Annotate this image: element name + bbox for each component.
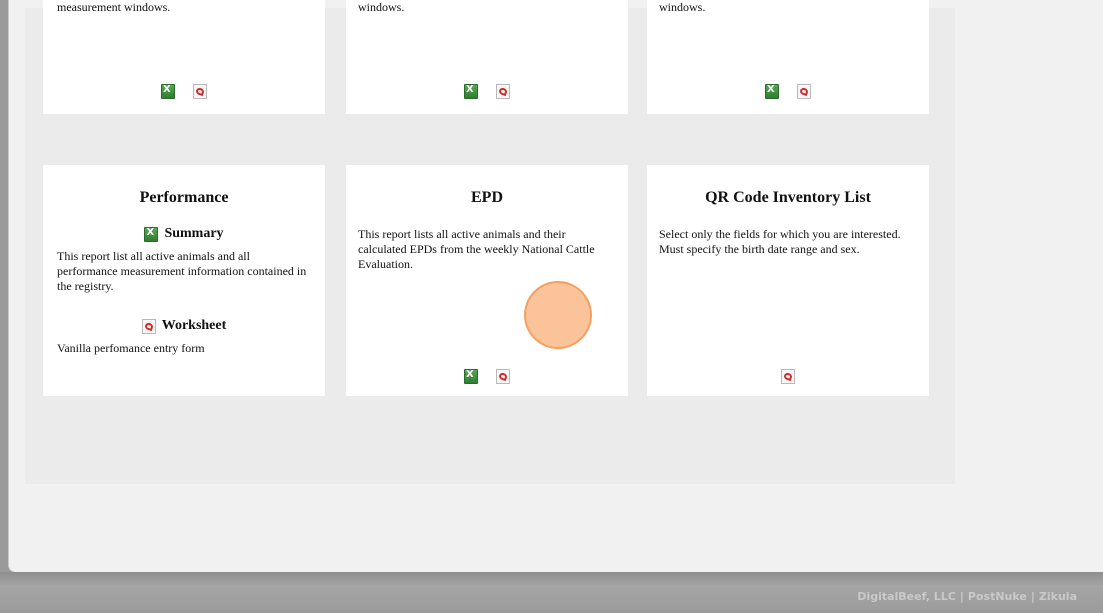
card-description: measurement windows. bbox=[57, 0, 171, 14]
card-description: This report lists all active animals and… bbox=[358, 227, 595, 271]
download-icons bbox=[346, 369, 628, 384]
download-icons bbox=[647, 369, 929, 384]
excel-icon[interactable] bbox=[464, 369, 478, 384]
card-title: EPD bbox=[471, 189, 503, 206]
worksheet-label[interactable]: Worksheet bbox=[162, 318, 227, 334]
excel-icon[interactable] bbox=[765, 84, 779, 99]
report-card-top-1: measurement windows. bbox=[43, 0, 325, 114]
download-icons bbox=[346, 84, 628, 99]
download-icons bbox=[43, 84, 325, 99]
pdf-icon[interactable] bbox=[496, 84, 510, 99]
pdf-icon[interactable] bbox=[193, 84, 207, 99]
report-card-performance: Performance Summary This report list all… bbox=[43, 165, 325, 396]
footer-link-zikula[interactable]: Zikula bbox=[1039, 590, 1077, 603]
download-icons bbox=[647, 84, 929, 99]
pdf-icon[interactable] bbox=[781, 369, 795, 384]
pdf-icon[interactable] bbox=[141, 318, 156, 334]
card-description: windows. bbox=[358, 0, 405, 14]
summary-label[interactable]: Summary bbox=[164, 226, 223, 242]
excel-icon[interactable] bbox=[161, 84, 175, 99]
footer-link-digitalbeef[interactable]: DigitalBeef, LLC bbox=[857, 590, 956, 603]
report-card-top-3: windows. bbox=[647, 0, 929, 114]
report-card-top-2: windows. bbox=[346, 0, 628, 114]
report-card-epd: EPD This report lists all active animals… bbox=[346, 165, 628, 396]
footer-link-postnuke[interactable]: PostNuke bbox=[968, 590, 1027, 603]
pdf-icon[interactable] bbox=[797, 84, 811, 99]
footer-separator: | bbox=[1030, 590, 1035, 603]
summary-report-link[interactable]: Summary bbox=[43, 226, 325, 242]
footer-links: DigitalBeef, LLC | PostNuke | Zikula bbox=[857, 590, 1077, 603]
worksheet-description: Vanilla perfomance entry form bbox=[57, 341, 205, 355]
card-title: Performance bbox=[139, 189, 229, 206]
summary-description: This report list all active animals and … bbox=[57, 249, 307, 293]
click-indicator bbox=[524, 281, 592, 349]
footer-separator: | bbox=[959, 590, 964, 603]
footer: DigitalBeef, LLC | PostNuke | Zikula bbox=[0, 572, 1103, 613]
card-description: Select only the fields for which you are… bbox=[659, 227, 901, 256]
card-title: QR Code Inventory List bbox=[705, 189, 871, 206]
worksheet-report-link[interactable]: Worksheet bbox=[43, 318, 325, 334]
reports-panel: measurement windows. windows. windows. P… bbox=[25, 0, 955, 484]
pdf-icon[interactable] bbox=[496, 369, 510, 384]
card-description: windows. bbox=[659, 0, 706, 14]
report-card-qr-code: QR Code Inventory List Select only the f… bbox=[647, 165, 929, 396]
excel-icon[interactable] bbox=[144, 226, 159, 242]
excel-icon[interactable] bbox=[464, 84, 478, 99]
